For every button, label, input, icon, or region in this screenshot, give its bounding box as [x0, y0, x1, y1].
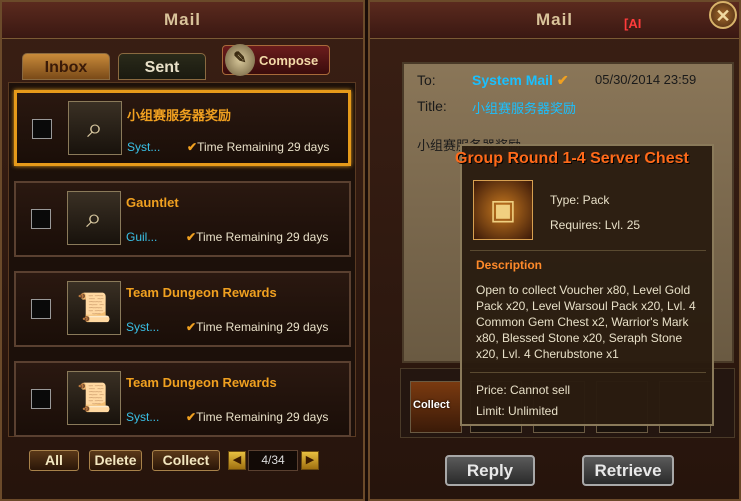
mail-checkbox[interactable] [31, 389, 51, 409]
check-icon: ✔ [556, 72, 569, 88]
mail-item[interactable]: 📜 Team Dungeon Rewards Syst... ✔Time Rem… [14, 271, 351, 347]
tooltip-price: Price: Cannot sell [476, 383, 571, 397]
collect-button[interactable]: Collect [152, 450, 220, 471]
mail-checkbox[interactable] [32, 119, 52, 139]
tooltip-description: Open to collect Voucher x80, Level Gold … [476, 283, 696, 361]
tab-sent[interactable]: Sent [118, 53, 206, 80]
scroll-icon: 📜 [67, 281, 121, 335]
map-magnifier-icon: ⌕ [67, 191, 121, 245]
inbox-titlebar: Mail [2, 2, 363, 39]
mail-item[interactable]: ⌕ 小组赛服务器奖励 Syst... ✔Time Remaining 29 da… [14, 90, 351, 166]
mail-view-titlebar: Mail [AI [370, 2, 739, 39]
tab-inbox[interactable]: Inbox [22, 53, 110, 80]
collect-label: Collect [413, 399, 450, 411]
tooltip-description-header: Description [476, 258, 543, 272]
mail-checkbox[interactable] [31, 209, 51, 229]
title-label: Title: [417, 98, 447, 114]
check-icon: ✔ [187, 140, 198, 154]
mail-sender: Syst... [127, 140, 161, 154]
close-button[interactable]: ✕ [709, 1, 737, 29]
mail-item[interactable]: 📜 Team Dungeon Rewards Syst... ✔Time Rem… [14, 361, 351, 437]
retrieve-button[interactable]: Retrieve [582, 455, 674, 486]
divider [470, 250, 706, 251]
to-label: To: [417, 72, 436, 88]
scroll-icon: 📜 [67, 371, 121, 425]
mail-time-remaining: ✔Time Remaining 29 days [186, 410, 329, 424]
mail-time-remaining: ✔Time Remaining 29 days [186, 320, 329, 334]
prev-page-button[interactable]: ◀ [228, 451, 246, 470]
divider [470, 372, 706, 373]
check-icon: ✔ [186, 230, 197, 244]
tooltip-requires: Requires: Lvl. 25 [550, 218, 641, 232]
mail-date: 05/30/2014 23:59 [595, 72, 697, 87]
to-value: System Mail ✔ [472, 72, 569, 88]
mail-checkbox[interactable] [31, 299, 51, 319]
check-icon: ✔ [186, 320, 197, 334]
flag-text: [AI [624, 16, 642, 31]
mail-time-remaining: ✔Time Remaining 29 days [187, 140, 330, 154]
mail-subject: Gauntlet [126, 195, 179, 210]
compose-button[interactable]: ✎ Compose [222, 44, 330, 76]
mail-sender: Syst... [126, 320, 160, 334]
mail-time-remaining: ✔Time Remaining 29 days [186, 230, 329, 244]
select-all-button[interactable]: All [29, 450, 79, 471]
mail-view-title: Mail [535, 10, 574, 29]
next-page-button[interactable]: ▶ [301, 451, 319, 470]
mail-sender: Syst... [126, 410, 160, 424]
title-value: 小组赛服务器奖励 [472, 101, 577, 116]
check-icon: ✔ [186, 410, 197, 424]
tooltip-limit: Limit: Unlimited [476, 404, 559, 418]
page-indicator: 4/34 [248, 450, 298, 471]
reply-button[interactable]: Reply [445, 455, 535, 486]
mail-subject: Team Dungeon Rewards [126, 285, 277, 300]
quill-icon: ✎ [225, 44, 255, 76]
tooltip-title: Group Round 1-4 Server Chest [455, 150, 689, 167]
attachment-slot[interactable]: Collect [410, 381, 462, 433]
tooltip-type: Type: Pack [550, 193, 610, 207]
mail-sender: Guil... [126, 230, 158, 244]
inbox-title: Mail [163, 10, 202, 29]
mail-item[interactable]: ⌕ Gauntlet Guil... ✔Time Remaining 29 da… [14, 181, 351, 257]
map-magnifier-icon: ⌕ [68, 101, 122, 155]
treasure-chest-icon: ▣ [473, 180, 533, 240]
compose-label: Compose [259, 53, 319, 68]
mail-subject: 小组赛服务器奖励 [127, 108, 232, 123]
delete-button[interactable]: Delete [89, 450, 142, 471]
mail-subject: Team Dungeon Rewards [126, 375, 277, 390]
